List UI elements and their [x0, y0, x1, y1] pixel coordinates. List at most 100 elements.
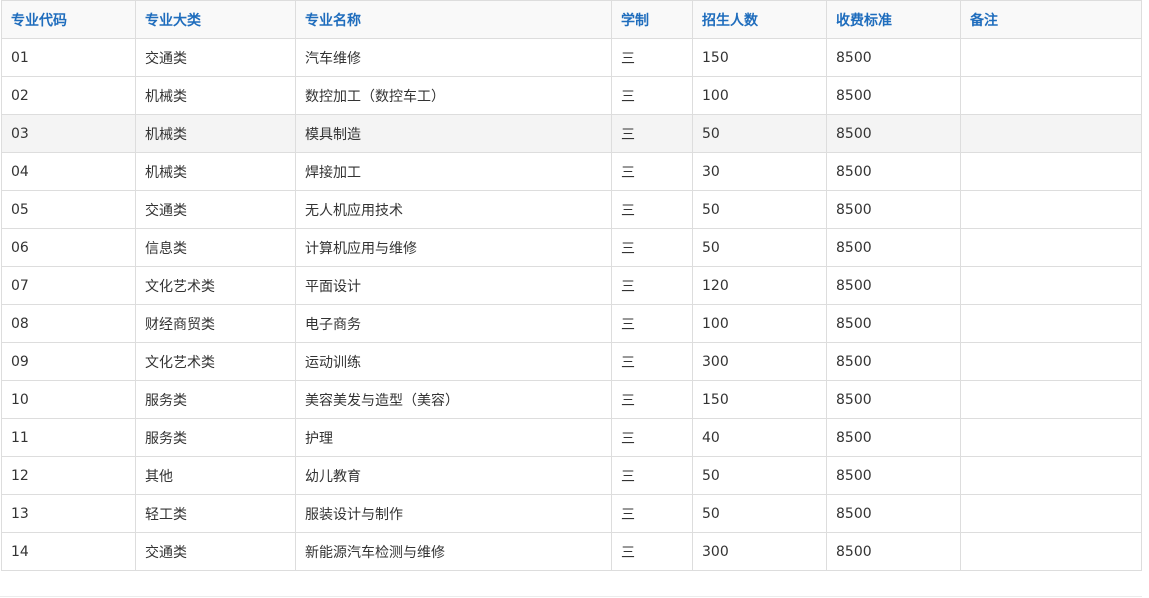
cell-tuition: 8500: [826, 38, 961, 77]
cell-duration: 三: [611, 304, 693, 343]
table-row: 08 财经商贸类 电子商务三 100 8500: [1, 304, 1142, 343]
cell-tuition: 8500: [826, 304, 961, 343]
cell-major-name: 美容美发与造型（美容）: [295, 380, 612, 419]
cell-major-code: 14: [1, 532, 136, 571]
cell-major-name: 护理: [295, 418, 612, 457]
cell-major-name: 模具制造: [295, 114, 612, 153]
cell-enrollment: 50: [692, 190, 827, 229]
cell-major-name: 汽车维修: [295, 38, 612, 77]
cell-duration: 三: [611, 38, 693, 77]
header-duration: 学制: [611, 0, 693, 39]
cell-major-category: 机械类: [135, 152, 296, 191]
table-row: 03 机械类 模具制造三 50 8500: [1, 114, 1142, 153]
table-row: 11 服务类 护理三 40 8500: [1, 418, 1142, 457]
cell-major-name: 无人机应用技术: [295, 190, 612, 229]
cell-tuition: 8500: [826, 494, 961, 533]
cell-enrollment: 50: [692, 494, 827, 533]
cell-remarks: [960, 266, 1142, 305]
cell-major-name: 新能源汽车检测与维修: [295, 532, 612, 571]
cell-duration: 三: [611, 456, 693, 495]
cell-remarks: [960, 190, 1142, 229]
cell-major-category: 交通类: [135, 190, 296, 229]
cell-major-name: 服装设计与制作: [295, 494, 612, 533]
table-row: 06 信息类 计算机应用与维修三 50 8500: [1, 228, 1142, 267]
table-row: 13 轻工类 服装设计与制作三 50 8500: [1, 494, 1142, 533]
table-header-row: 专业代码 专业大类 专业名称 学制 招生人数 收费标准 备注: [1, 0, 1142, 39]
cell-major-code: 11: [1, 418, 136, 457]
header-tuition: 收费标准: [826, 0, 961, 39]
cell-duration: 三: [611, 494, 693, 533]
cell-duration: 三: [611, 114, 693, 153]
cell-remarks: [960, 76, 1142, 115]
table-row: 02 机械类 数控加工（数控车工）三 100 8500: [1, 76, 1142, 115]
cell-major-name: 电子商务: [295, 304, 612, 343]
header-major-name: 专业名称: [295, 0, 612, 39]
cell-major-category: 机械类: [135, 114, 296, 153]
divider: [0, 596, 1142, 597]
header-major-category: 专业大类: [135, 0, 296, 39]
cell-tuition: 8500: [826, 380, 961, 419]
cell-enrollment: 120: [692, 266, 827, 305]
cell-major-category: 财经商贸类: [135, 304, 296, 343]
cell-enrollment: 150: [692, 380, 827, 419]
table-body: 01 交通类 汽车维修三 150 8500 02 机械类 数控加工（数控车工）三 100 8500…: [1, 38, 1142, 571]
cell-major-code: 09: [1, 342, 136, 381]
cell-major-name: 平面设计: [295, 266, 612, 305]
table-row: 10 服务类 美容美发与造型（美容）三 150 8500: [1, 380, 1142, 419]
cell-enrollment: 100: [692, 304, 827, 343]
cell-enrollment: 40: [692, 418, 827, 457]
cell-remarks: [960, 494, 1142, 533]
cell-remarks: [960, 228, 1142, 267]
cell-enrollment: 50: [692, 114, 827, 153]
cell-enrollment: 30: [692, 152, 827, 191]
cell-tuition: 8500: [826, 190, 961, 229]
header-enrollment: 招生人数: [692, 0, 827, 39]
cell-major-code: 08: [1, 304, 136, 343]
cell-tuition: 8500: [826, 76, 961, 115]
table-row: 04 机械类 焊接加工三 30 8500: [1, 152, 1142, 191]
table-row: 14 交通类 新能源汽车检测与维修三 300 8500: [1, 532, 1142, 571]
cell-major-category: 机械类: [135, 76, 296, 115]
cell-duration: 三: [611, 228, 693, 267]
cell-major-name: 运动训练: [295, 342, 612, 381]
cell-major-code: 13: [1, 494, 136, 533]
cell-major-name: 焊接加工: [295, 152, 612, 191]
cell-enrollment: 50: [692, 456, 827, 495]
cell-major-category: 轻工类: [135, 494, 296, 533]
cell-tuition: 8500: [826, 456, 961, 495]
cell-remarks: [960, 380, 1142, 419]
cell-remarks: [960, 304, 1142, 343]
table-row: 09 文化艺术类 运动训练三 300 8500: [1, 342, 1142, 381]
cell-major-code: 06: [1, 228, 136, 267]
cell-major-category: 文化艺术类: [135, 342, 296, 381]
cell-enrollment: 300: [692, 532, 827, 571]
cell-major-code: 05: [1, 190, 136, 229]
cell-tuition: 8500: [826, 228, 961, 267]
cell-enrollment: 300: [692, 342, 827, 381]
cell-duration: 三: [611, 342, 693, 381]
cell-major-category: 交通类: [135, 532, 296, 571]
cell-major-category: 信息类: [135, 228, 296, 267]
cell-enrollment: 50: [692, 228, 827, 267]
cell-duration: 三: [611, 152, 693, 191]
cell-duration: 三: [611, 266, 693, 305]
header-remarks: 备注: [960, 0, 1142, 39]
cell-duration: 三: [611, 418, 693, 457]
cell-major-name: 计算机应用与维修: [295, 228, 612, 267]
cell-major-code: 01: [1, 38, 136, 77]
cell-major-category: 交通类: [135, 38, 296, 77]
cell-remarks: [960, 38, 1142, 77]
cell-tuition: 8500: [826, 532, 961, 571]
cell-duration: 三: [611, 380, 693, 419]
cell-major-name: 幼儿教育: [295, 456, 612, 495]
cell-tuition: 8500: [826, 114, 961, 153]
header-major-code: 专业代码: [1, 0, 136, 39]
cell-tuition: 8500: [826, 152, 961, 191]
table-row: 12 其他 幼儿教育三 50 8500: [1, 456, 1142, 495]
cell-tuition: 8500: [826, 418, 961, 457]
cell-remarks: [960, 152, 1142, 191]
cell-tuition: 8500: [826, 266, 961, 305]
cell-enrollment: 150: [692, 38, 827, 77]
cell-remarks: [960, 114, 1142, 153]
cell-major-category: 其他: [135, 456, 296, 495]
